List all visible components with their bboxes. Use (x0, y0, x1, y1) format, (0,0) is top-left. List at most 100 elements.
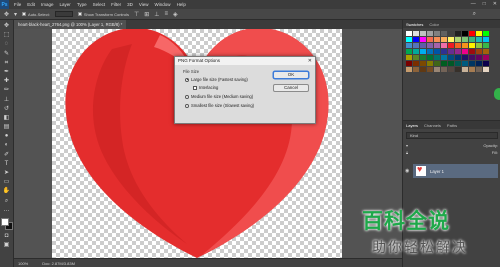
color-swatch[interactable] (427, 55, 433, 60)
color-swatch[interactable] (413, 37, 419, 42)
quick-mask-icon[interactable]: ◘ (2, 233, 12, 239)
color-swatch[interactable] (413, 55, 419, 60)
color-swatch[interactable] (448, 67, 454, 72)
color-swatch[interactable] (406, 61, 412, 66)
color-swatch[interactable] (455, 49, 461, 54)
type-tool-icon[interactable]: T (2, 161, 12, 167)
color-swatch[interactable] (441, 67, 447, 72)
eye-icon[interactable]: ◉ (405, 168, 409, 174)
color-swatch[interactable] (469, 67, 475, 72)
color-swatch[interactable] (469, 49, 475, 54)
color-swatch[interactable] (483, 61, 489, 66)
menu-view[interactable]: View (139, 2, 149, 7)
move-tool-icon[interactable]: ✥ (4, 11, 9, 18)
blend-mode-dropdown[interactable]: ▾ (406, 142, 408, 149)
minimize-button[interactable]: — (471, 1, 476, 7)
radio-smallest-file-size[interactable] (185, 103, 189, 108)
swatch-grid[interactable] (403, 28, 500, 75)
color-swatch[interactable] (434, 61, 440, 66)
color-swatch[interactable] (406, 49, 412, 54)
color-swatch[interactable] (434, 31, 440, 36)
zoom-tool-icon[interactable]: ⌕ (2, 198, 12, 204)
color-swatch[interactable] (483, 49, 489, 54)
radio-large-file-size[interactable] (185, 77, 189, 82)
color-swatch[interactable] (476, 61, 482, 66)
color-swatch[interactable] (462, 31, 468, 36)
color-swatch[interactable] (483, 67, 489, 72)
color-swatch[interactable] (420, 49, 426, 54)
brush-tool-icon[interactable]: ✏ (2, 87, 12, 93)
color-swatch[interactable] (476, 43, 482, 48)
tab-swatches[interactable]: Swatches (406, 22, 423, 27)
color-swatch[interactable] (462, 61, 468, 66)
color-swatch[interactable] (469, 55, 475, 60)
move-tool-icon[interactable]: ✥ (2, 23, 12, 29)
align-middle-icon[interactable]: ⊞ (144, 11, 149, 18)
layer-kind-filter[interactable]: Kind (406, 132, 498, 139)
color-swatch[interactable] (413, 67, 419, 72)
more-tools-icon[interactable]: … (2, 207, 12, 213)
color-swatch[interactable] (420, 55, 426, 60)
color-swatch[interactable] (455, 61, 461, 66)
menu-image[interactable]: Image (41, 2, 54, 7)
color-swatch[interactable] (483, 31, 489, 36)
color-swatch[interactable] (434, 55, 440, 60)
color-swatch[interactable] (455, 43, 461, 48)
marquee-tool-icon[interactable]: ⬚ (2, 32, 12, 38)
lasso-tool-icon[interactable]: ◌ (2, 41, 12, 47)
color-swatch[interactable] (448, 61, 454, 66)
screen-mode-icon[interactable]: ▣ (2, 242, 12, 248)
color-swatch[interactable] (441, 37, 447, 42)
tab-layers[interactable]: Layers (406, 123, 418, 128)
tab-channels[interactable]: Channels (424, 123, 441, 128)
menu-window[interactable]: Window (155, 2, 171, 7)
color-swatch[interactable] (455, 37, 461, 42)
menu-3d[interactable]: 3D (127, 2, 133, 7)
radio-medium-file-size[interactable] (185, 94, 189, 99)
color-swatch[interactable] (427, 43, 433, 48)
menu-layer[interactable]: Layer (60, 2, 71, 7)
color-swatch[interactable] (413, 31, 419, 36)
healing-brush-tool-icon[interactable]: ✚ (2, 78, 12, 84)
search-icon[interactable]: ⌕ (473, 11, 476, 18)
option-large-file-size[interactable]: Large file size (Fastest saving) (185, 77, 248, 82)
color-swatch[interactable] (420, 37, 426, 42)
color-swatch[interactable] (448, 37, 454, 42)
dodge-tool-icon[interactable]: ◐ (2, 142, 12, 148)
close-icon[interactable]: ✕ (308, 57, 312, 65)
chevron-down-icon[interactable]: ▾ (14, 11, 17, 18)
color-swatch[interactable] (469, 43, 475, 48)
color-swatch[interactable] (448, 55, 454, 60)
layer-item[interactable]: Layer 1 (413, 164, 498, 178)
option-medium-file-size[interactable]: Medium file size (Medium saving) (185, 94, 253, 99)
interlacing-checkbox[interactable] (193, 85, 197, 90)
color-swatch[interactable] (441, 61, 447, 66)
color-swatch[interactable] (427, 31, 433, 36)
color-swatch[interactable] (455, 31, 461, 36)
color-swatch[interactable] (427, 37, 433, 42)
color-swatch[interactable] (476, 67, 482, 72)
color-swatch[interactable] (413, 49, 419, 54)
show-transform-option[interactable]: Show Transform Controls (77, 12, 129, 17)
eyedropper-tool-icon[interactable]: ✒ (2, 69, 12, 75)
gradient-tool-icon[interactable]: ▤ (2, 124, 12, 130)
color-swatch[interactable] (462, 37, 468, 42)
floating-green-button[interactable] (494, 88, 500, 100)
pen-tool-icon[interactable]: ✐ (2, 152, 12, 158)
color-swatch[interactable] (462, 55, 468, 60)
color-swatch[interactable] (406, 67, 412, 72)
color-swatches[interactable] (0, 217, 13, 230)
color-swatch[interactable] (427, 49, 433, 54)
color-swatch[interactable] (420, 43, 426, 48)
tab-color[interactable]: Color (429, 22, 439, 27)
auto-select-option[interactable]: Auto-Select: (22, 12, 50, 17)
color-swatch[interactable] (413, 43, 419, 48)
lock-icon[interactable]: 🔒︎ (406, 149, 408, 156)
color-swatch[interactable] (483, 37, 489, 42)
blur-tool-icon[interactable]: ● (2, 133, 12, 139)
color-swatch[interactable] (448, 49, 454, 54)
hand-tool-icon[interactable]: ✋ (2, 188, 12, 194)
maximize-button[interactable]: □ (483, 1, 486, 7)
color-swatch[interactable] (434, 43, 440, 48)
color-swatch[interactable] (406, 55, 412, 60)
